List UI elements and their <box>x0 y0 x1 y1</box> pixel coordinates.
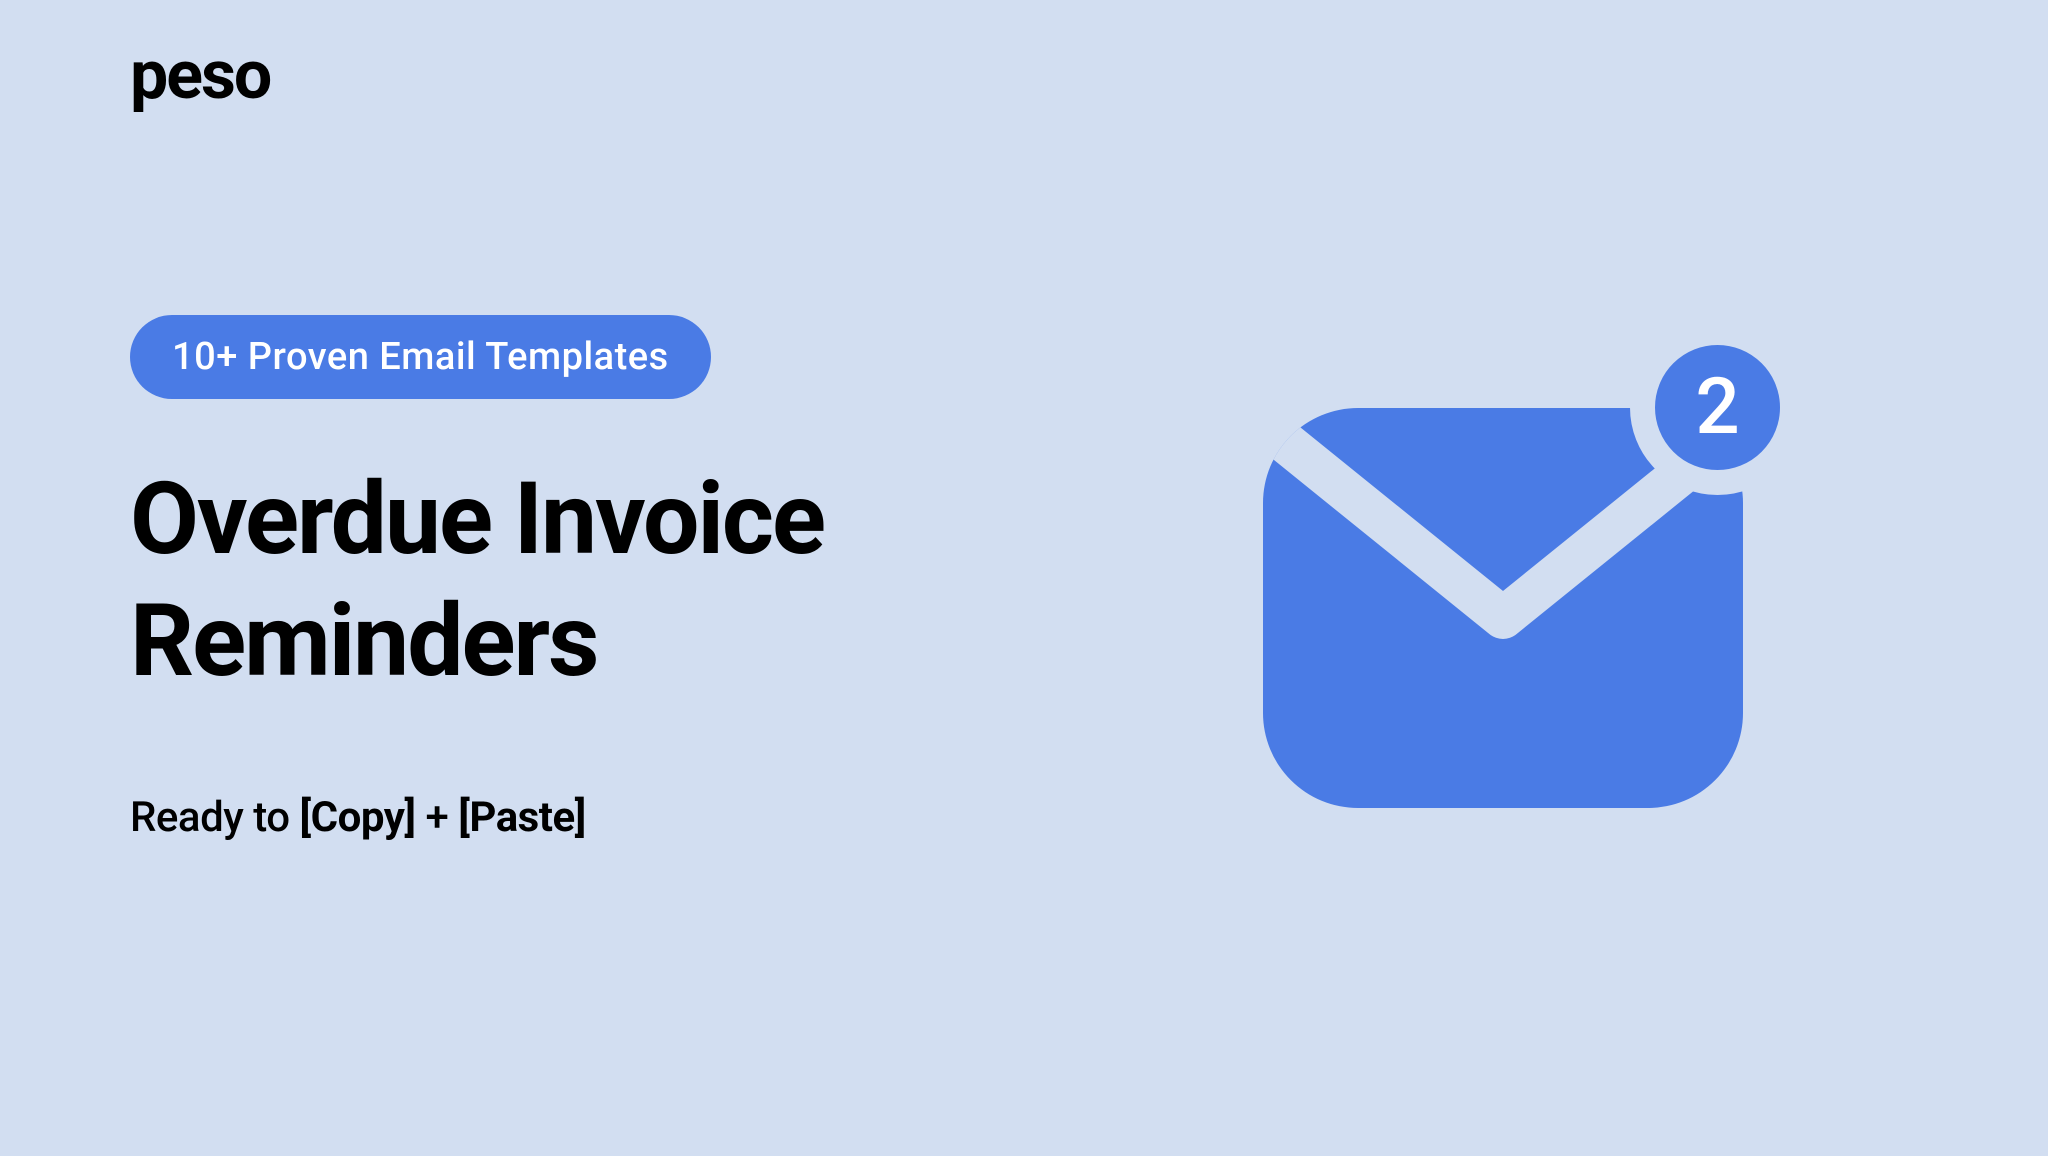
page-title: Overdue Invoice Reminders <box>130 459 824 703</box>
badge-count: 2 <box>1695 362 1739 453</box>
content-column: peso 10+ Proven Email Templates Overdue … <box>130 315 824 842</box>
subtitle: Ready to [Copy] + [Paste] <box>130 793 824 842</box>
subtitle-paste-keyword: [Paste] <box>458 793 586 842</box>
notification-badge: 2 <box>1630 320 1805 495</box>
title-line-2: Reminders <box>130 583 598 700</box>
promo-card: peso 10+ Proven Email Templates Overdue … <box>0 0 2048 1156</box>
eyebrow-pill: 10+ Proven Email Templates <box>130 315 711 399</box>
subtitle-prefix: Ready to <box>130 793 300 842</box>
title-line-1: Overdue Invoice <box>130 461 824 578</box>
subtitle-copy-keyword: [Copy] <box>300 793 416 842</box>
envelope-notification-icon: 2 <box>1253 308 1793 848</box>
subtitle-plus: + <box>416 793 459 842</box>
brand-logo: peso <box>130 35 270 115</box>
